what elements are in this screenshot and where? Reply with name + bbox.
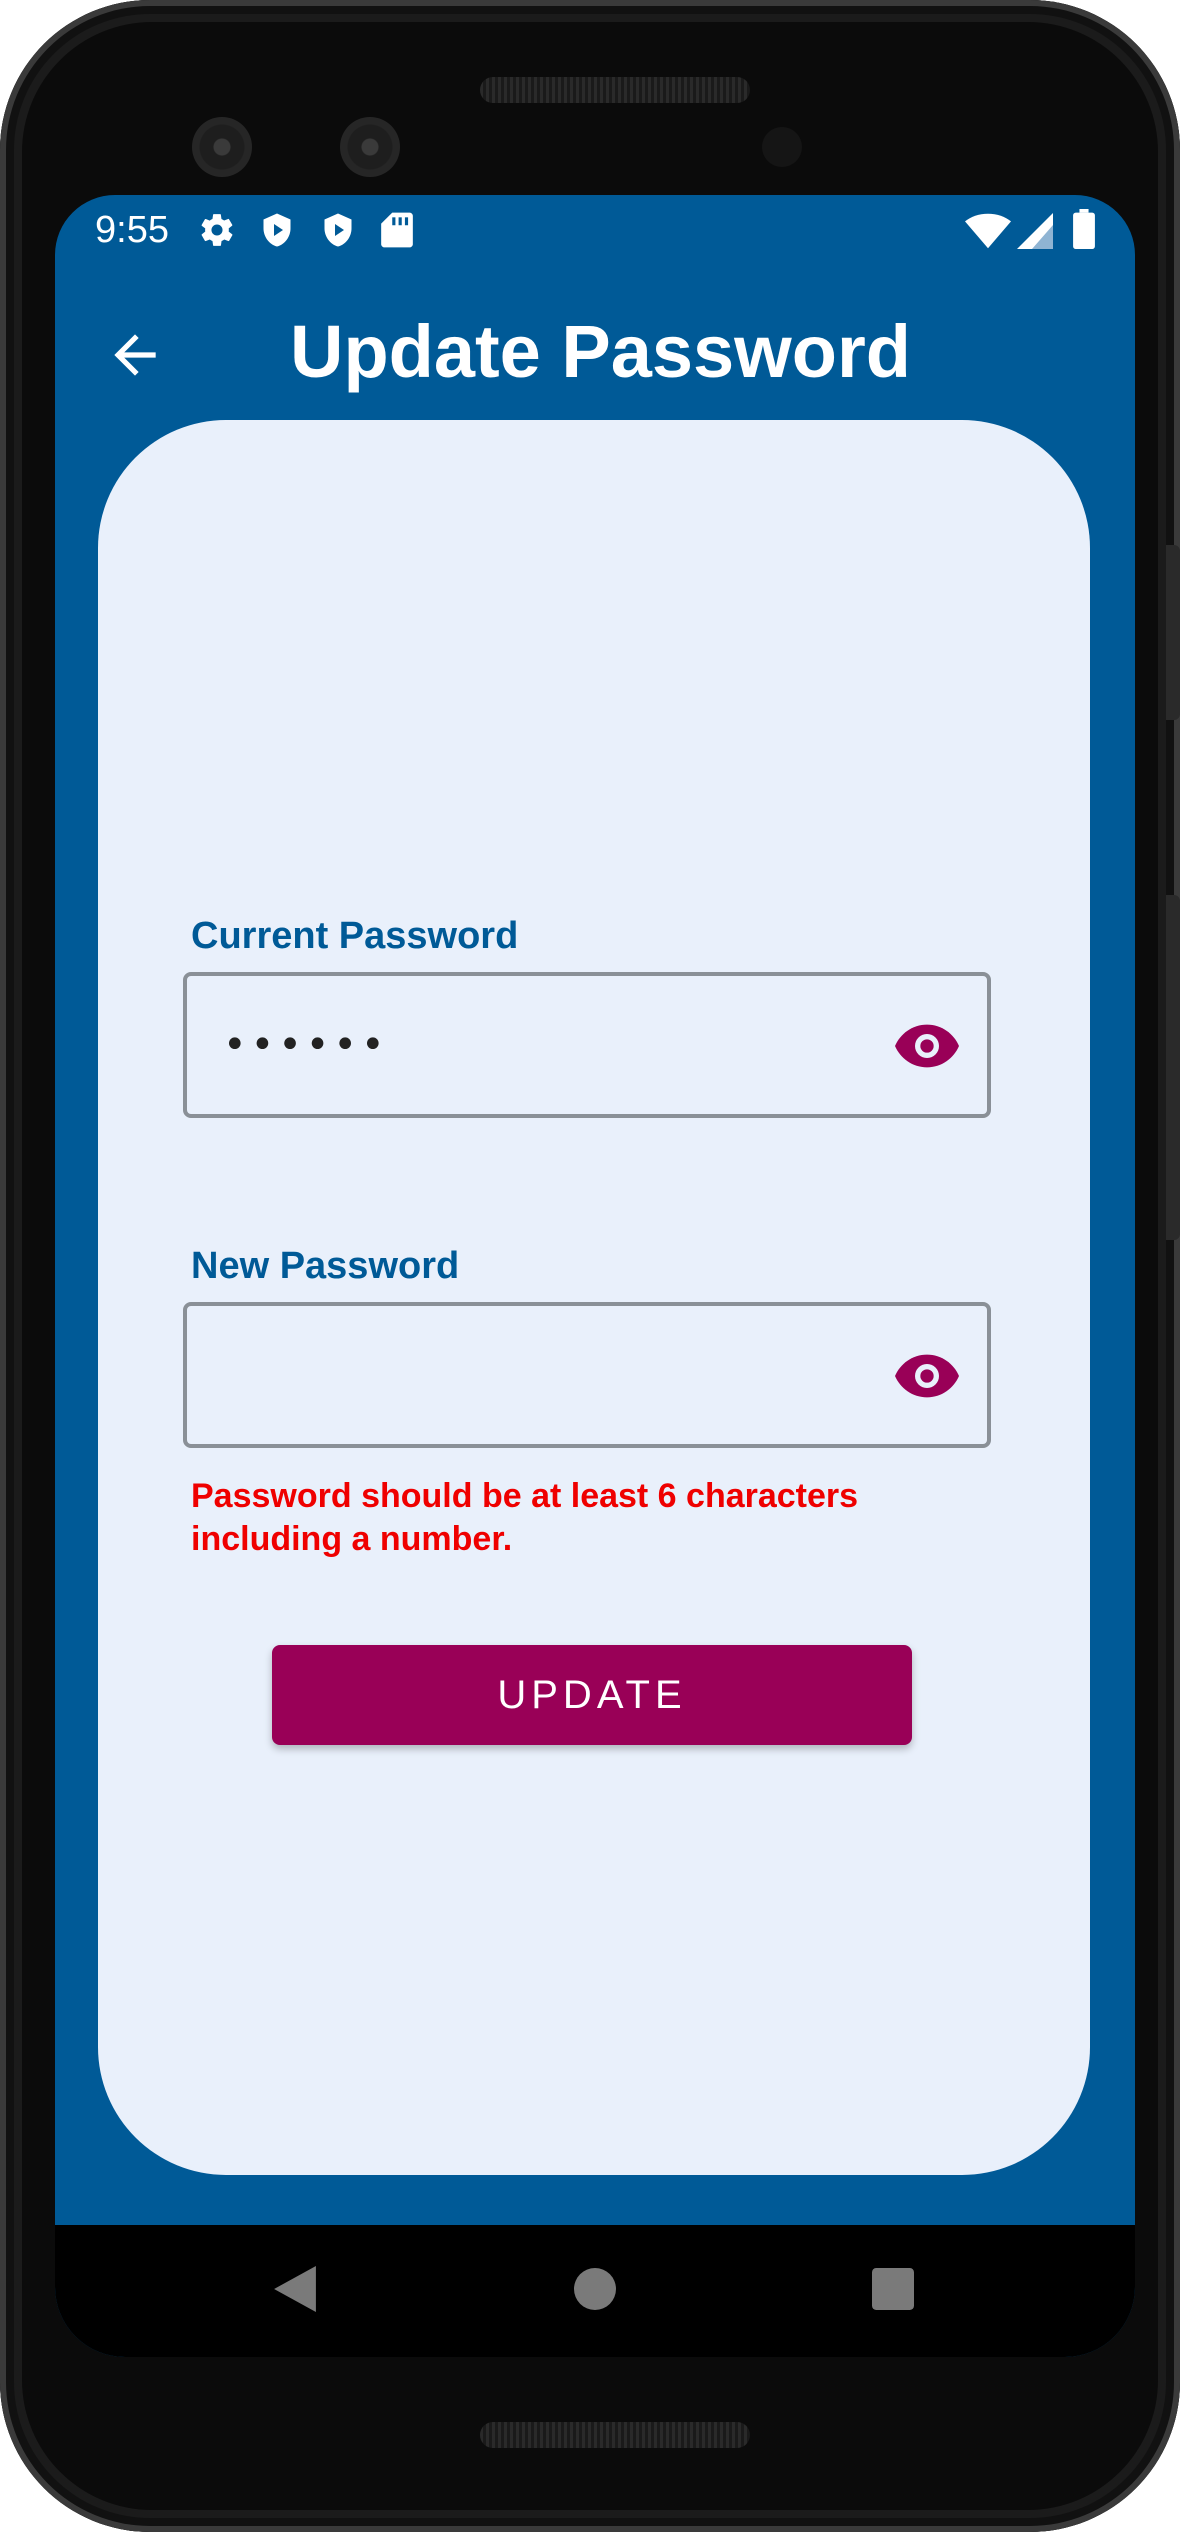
- nav-back-button[interactable]: [265, 2261, 325, 2321]
- top-speaker: [480, 77, 750, 103]
- volume-button: [1166, 895, 1180, 1240]
- phone-frame: 9:55 Update Password Current Password ••…: [0, 0, 1180, 2532]
- page-title: Update Password: [290, 310, 911, 393]
- proximity-sensor: [762, 127, 802, 167]
- recents-square-icon: [872, 2267, 914, 2315]
- nav-recents-button[interactable]: [863, 2261, 923, 2321]
- current-password-input[interactable]: [223, 976, 863, 1114]
- eye-icon: [895, 1024, 959, 1076]
- new-password-field: [183, 1302, 991, 1448]
- new-password-label: New Password: [191, 1245, 460, 1287]
- cellular-signal-icon: [1017, 213, 1053, 254]
- current-password-field: [183, 972, 991, 1118]
- shield-play-icon: [320, 211, 356, 254]
- front-camera-secondary: [340, 117, 400, 177]
- battery-icon: [1073, 209, 1095, 254]
- arrow-back-icon: [104, 324, 166, 391]
- navigation-bar: [55, 2225, 1135, 2357]
- power-button: [1166, 545, 1180, 720]
- new-password-input[interactable]: [223, 1306, 863, 1444]
- wifi-icon: [965, 213, 1011, 254]
- shield-play-icon: [259, 211, 295, 254]
- nav-home-button[interactable]: [565, 2261, 625, 2321]
- sd-card-icon: [381, 211, 413, 254]
- bottom-speaker: [480, 2422, 750, 2448]
- update-button[interactable]: UPDATE: [272, 1645, 912, 1745]
- screen: 9:55 Update Password Current Password ••…: [55, 195, 1135, 2357]
- front-camera: [192, 117, 252, 177]
- back-triangle-icon: [274, 2265, 316, 2317]
- new-password-visibility-toggle[interactable]: [895, 1350, 959, 1402]
- back-button[interactable]: [95, 317, 175, 397]
- form-card: Current Password New Password Pa: [98, 420, 1090, 2175]
- current-password-visibility-toggle[interactable]: [895, 1020, 959, 1072]
- home-circle-icon: [574, 2267, 616, 2315]
- eye-icon: [895, 1354, 959, 1406]
- current-password-label: Current Password: [191, 915, 519, 957]
- status-bar: 9:55: [55, 195, 1135, 265]
- gear-icon: [198, 211, 236, 254]
- password-error-message: Password should be at least 6 characters…: [191, 1477, 859, 1558]
- app-bar: Update Password: [55, 295, 1135, 415]
- status-time: 9:55: [95, 209, 169, 251]
